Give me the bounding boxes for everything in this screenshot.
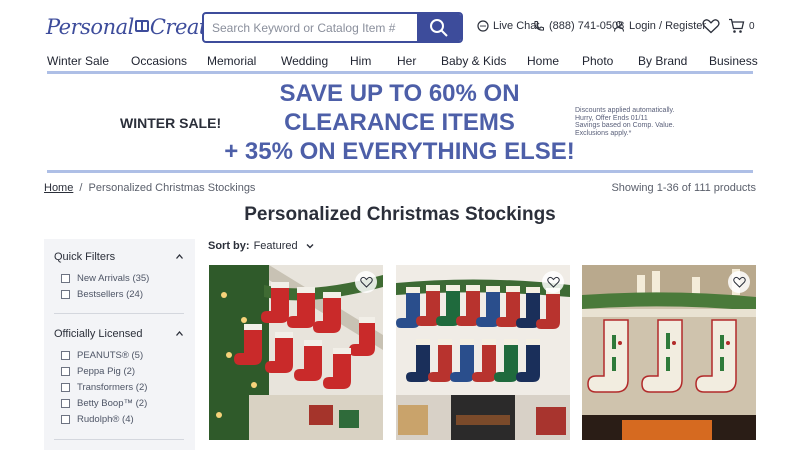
sort-dropdown[interactable]: Sort by: Featured — [208, 240, 314, 252]
nav-item-winter-sale[interactable]: Winter Sale — [47, 54, 109, 68]
phone-icon — [534, 21, 544, 31]
product-card[interactable] — [209, 265, 383, 440]
search-input[interactable] — [204, 14, 418, 41]
promo-fine-line: Discounts applied automatically. — [575, 107, 675, 114]
wishlist-button[interactable] — [702, 18, 720, 34]
filter-option-label: Peppa Pig — [77, 366, 121, 377]
filter-option-count: (2) — [135, 382, 148, 393]
page-title: Personalized Christmas Stockings — [244, 204, 556, 225]
nav-item-baby-kids[interactable]: Baby & Kids — [441, 54, 506, 68]
promo-winter-sale: WINTER SALE! — [120, 115, 222, 131]
filter-divider — [54, 439, 184, 440]
breadcrumb: Home / Personalized Christmas Stockings — [44, 182, 255, 194]
filter-option-betty-boop[interactable]: Betty Boop™ (2) — [61, 398, 147, 409]
filter-checkbox[interactable] — [61, 383, 70, 392]
filter-option-peanuts[interactable]: PEANUTS® (5) — [61, 350, 143, 361]
filter-checkbox[interactable] — [61, 290, 70, 299]
filter-option-rudolph[interactable]: Rudolph® (4) — [61, 414, 134, 425]
filter-option-count: (24) — [126, 289, 144, 300]
nav-item-business[interactable]: Business — [709, 54, 758, 68]
heart-icon — [546, 276, 560, 288]
heart-icon — [702, 19, 720, 34]
favorite-button[interactable] — [542, 271, 564, 293]
filter-option-count: (5) — [131, 350, 144, 361]
product-image-needlepoint-stockings[interactable] — [396, 265, 570, 440]
filter-divider — [54, 313, 184, 314]
promo-fine-print: Discounts applied automatically. Hurry, … — [575, 107, 675, 137]
search-icon — [430, 19, 448, 37]
search-bar — [202, 12, 463, 43]
product-image-letter-stockings[interactable] — [582, 265, 756, 440]
favorite-button[interactable] — [355, 271, 377, 293]
product-image-family-stockings[interactable] — [209, 265, 383, 440]
filter-option-new-arrivals[interactable]: New Arrivals (35) — [61, 273, 149, 284]
promo-line-3: + 35% ON EVERYTHING ELSE! — [224, 138, 575, 165]
nav-item-by-brand[interactable]: By Brand — [638, 54, 687, 68]
nav-item-her[interactable]: Her — [397, 54, 416, 68]
nav-item-him[interactable]: Him — [350, 54, 371, 68]
filter-option-label: PEANUTS® — [77, 350, 129, 361]
search-button[interactable] — [417, 14, 461, 41]
filter-option-label: New Arrivals — [77, 273, 130, 284]
results-count: Showing 1-36 of 111 products — [611, 182, 756, 194]
promo-banner[interactable]: WINTER SALE! SAVE UP TO 60% ON CLEARANCE… — [47, 74, 753, 170]
filter-option-peppa-pig[interactable]: Peppa Pig (2) — [61, 366, 135, 377]
product-card[interactable] — [396, 265, 570, 440]
chevron-up-icon[interactable] — [176, 331, 183, 336]
breadcrumb-separator: / — [79, 182, 83, 194]
promo-divider — [47, 170, 753, 173]
cart-count: 0 — [749, 20, 755, 32]
gift-icon — [134, 20, 149, 32]
filter-option-count: (35) — [132, 273, 150, 284]
promo-fine-line: Hurry, Offer Ends 01/11 — [575, 114, 648, 122]
promo-line-2: CLEARANCE ITEMS — [284, 109, 515, 136]
nav-item-memorial[interactable]: Memorial — [207, 54, 256, 68]
filter-sidebar: Quick Filters New Arrivals (35) Bestsell… — [44, 239, 195, 450]
filter-option-transformers[interactable]: Transformers (2) — [61, 382, 147, 393]
promo-fine-line: Savings based on Comp. Value. — [575, 122, 675, 129]
filter-option-bestsellers[interactable]: Bestsellers (24) — [61, 289, 143, 300]
chevron-up-icon[interactable] — [176, 254, 183, 259]
nav-item-home[interactable]: Home — [527, 54, 559, 68]
user-icon — [613, 20, 625, 32]
product-card[interactable] — [582, 265, 756, 440]
live-chat-link[interactable]: Live Chat — [477, 20, 539, 32]
filter-option-label: Rudolph® — [77, 414, 120, 425]
nav-item-occasions[interactable]: Occasions — [131, 54, 187, 68]
login-link[interactable]: Login / Register — [613, 20, 706, 32]
breadcrumb-current: Personalized Christmas Stockings — [88, 182, 256, 194]
filter-option-label: Transformers — [77, 382, 134, 393]
promo-headline: SAVE UP TO 60% ON CLEARANCE ITEMS + 35% … — [224, 79, 575, 166]
nav-item-photo[interactable]: Photo — [582, 54, 613, 68]
heart-icon — [359, 276, 373, 288]
sort-label: Sort by: — [208, 240, 250, 252]
filter-option-count: (2) — [123, 366, 136, 377]
site-header: PersonalCreations. Live Chat (888) 741-0… — [0, 0, 800, 52]
filter-group-licensed-title[interactable]: Officially Licensed — [54, 328, 142, 340]
chevron-down-icon — [306, 244, 314, 249]
heart-icon — [732, 276, 746, 288]
filter-checkbox[interactable] — [61, 274, 70, 283]
chat-bubble-icon — [477, 20, 489, 32]
filter-group-quick-title[interactable]: Quick Filters — [54, 251, 115, 263]
cart-icon — [729, 18, 745, 33]
filter-option-count: (2) — [135, 398, 148, 409]
promo-fine-line: Exclusions apply.* — [575, 129, 632, 137]
filter-checkbox[interactable] — [61, 415, 70, 424]
nav-item-wedding[interactable]: Wedding — [281, 54, 328, 68]
filter-checkbox[interactable] — [61, 399, 70, 408]
login-label: Login / Register — [629, 20, 707, 32]
promo-line-1: SAVE UP TO 60% ON — [279, 80, 520, 107]
phone-link[interactable]: (888) 741-0508 — [533, 20, 624, 32]
favorite-button[interactable] — [728, 271, 750, 293]
filter-option-label: Betty Boop™ — [77, 398, 133, 409]
sort-value: Featured — [253, 240, 298, 252]
filter-checkbox[interactable] — [61, 351, 70, 360]
filter-checkbox[interactable] — [61, 367, 70, 376]
filter-option-count: (4) — [122, 414, 134, 425]
cart-button[interactable]: 0 — [728, 18, 755, 34]
filter-option-label: Bestsellers — [77, 289, 124, 300]
breadcrumb-home-link[interactable]: Home — [44, 182, 73, 194]
